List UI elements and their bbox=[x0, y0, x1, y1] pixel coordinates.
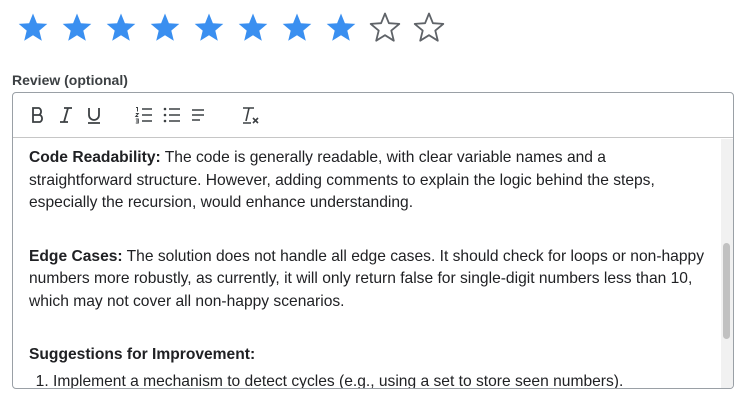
star-filled-icon[interactable] bbox=[281, 8, 325, 46]
star-rating bbox=[17, 8, 457, 46]
ordered-list-button[interactable] bbox=[133, 104, 155, 126]
bullet-list-icon bbox=[163, 107, 180, 123]
bold-button[interactable] bbox=[27, 104, 49, 126]
italic-button[interactable] bbox=[55, 104, 77, 126]
bold-icon bbox=[32, 107, 43, 123]
review-editor[interactable]: Code Readability: The code is generally … bbox=[12, 92, 734, 389]
star-filled-icon[interactable] bbox=[193, 8, 237, 46]
content-scrollbar[interactable] bbox=[721, 139, 733, 388]
align-left-button[interactable] bbox=[189, 104, 211, 126]
clear-formatting-icon bbox=[243, 107, 259, 124]
italic-icon bbox=[60, 107, 72, 123]
review-paragraph: Edge Cases: The solution does not handle… bbox=[29, 246, 705, 314]
suggestions-list: Implement a mechanism to detect cycles (… bbox=[29, 371, 705, 389]
paragraph-heading: Code Readability: bbox=[29, 149, 161, 166]
bullet-list-button[interactable] bbox=[161, 104, 183, 126]
suggestions-heading: Suggestions for Improvement: bbox=[29, 346, 256, 363]
review-label: Review (optional) bbox=[12, 72, 128, 88]
star-filled-icon[interactable] bbox=[17, 8, 61, 46]
star-empty-icon[interactable] bbox=[369, 8, 413, 46]
underline-button[interactable] bbox=[83, 104, 105, 126]
review-content[interactable]: Code Readability: The code is generally … bbox=[13, 139, 721, 388]
star-filled-icon[interactable] bbox=[325, 8, 369, 46]
list-item: Implement a mechanism to detect cycles (… bbox=[53, 371, 705, 389]
scrollbar-thumb[interactable] bbox=[723, 243, 730, 339]
star-empty-icon[interactable] bbox=[413, 8, 457, 46]
ordered-list-icon bbox=[134, 107, 152, 124]
paragraph-heading: Edge Cases: bbox=[29, 247, 123, 265]
star-filled-icon[interactable] bbox=[149, 8, 193, 46]
editor-toolbar bbox=[13, 93, 733, 138]
underline-icon bbox=[88, 108, 100, 124]
star-filled-icon[interactable] bbox=[105, 8, 149, 46]
paragraph-text: The solution does not handle all edge ca… bbox=[29, 247, 705, 310]
review-paragraph: Code Readability: The code is generally … bbox=[29, 147, 705, 215]
clear-formatting-button[interactable] bbox=[239, 104, 261, 126]
star-filled-icon[interactable] bbox=[61, 8, 105, 46]
align-left-icon bbox=[192, 109, 204, 121]
star-filled-icon[interactable] bbox=[237, 8, 281, 46]
